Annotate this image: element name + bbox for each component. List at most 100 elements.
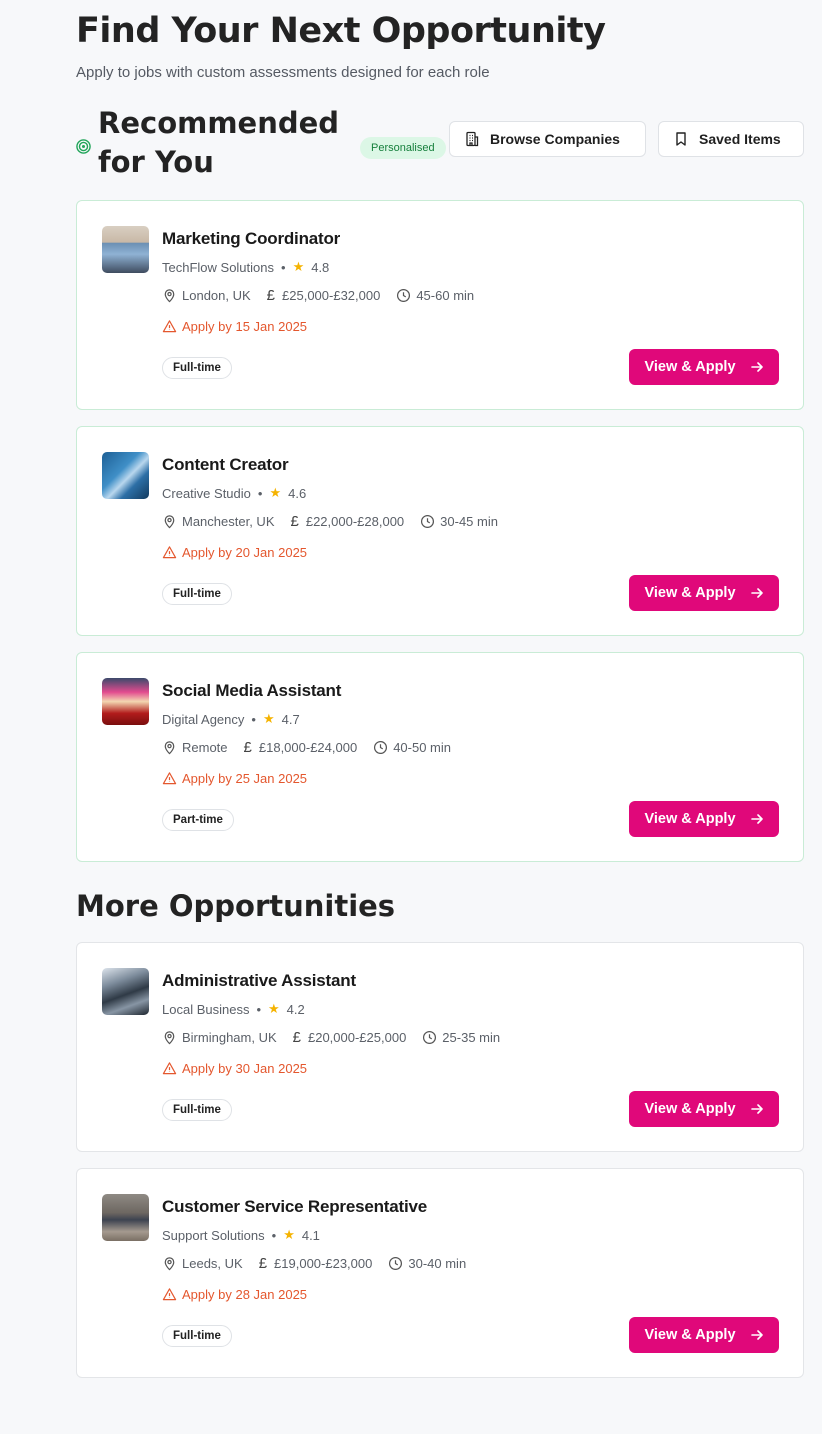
job-card[interactable]: Administrative Assistant Local Business … (76, 942, 804, 1152)
deadline-line: Apply by 20 Jan 2025 (162, 545, 307, 560)
recommended-title: Recommended for You (98, 106, 340, 179)
star-icon: ★ (283, 1227, 295, 1242)
job-location: Remote (182, 740, 228, 755)
apply-deadline: Apply by 25 Jan 2025 (182, 771, 308, 786)
target-icon (76, 139, 91, 154)
duration-item: 40-50 min (373, 740, 451, 755)
warning-icon (162, 546, 177, 559)
company-line: Creative Studio • ★ 4.6 (162, 485, 306, 501)
page-subtitle: Apply to jobs with custom assessments de… (76, 64, 490, 81)
company-name: Local Business (162, 1001, 250, 1017)
separator-dot: • (281, 259, 286, 275)
apply-deadline: Apply by 30 Jan 2025 (182, 1061, 308, 1076)
separator-dot: • (271, 1227, 277, 1243)
company-rating: 4.6 (288, 485, 307, 501)
job-title[interactable]: Social Media Assistant (162, 681, 341, 701)
company-line: Local Business • ★ 4.2 (162, 1001, 305, 1017)
company-thumbnail (102, 452, 149, 499)
browse-companies-button[interactable]: Browse Companies (449, 121, 646, 157)
job-location: Leeds, UK (182, 1256, 243, 1271)
company-line: TechFlow Solutions • ★ 4.8 (162, 259, 329, 275)
view-apply-label: View & Apply (644, 1101, 736, 1117)
deadline-line: Apply by 30 Jan 2025 (162, 1061, 307, 1076)
location-item: London, UK (162, 288, 251, 303)
location-item: Leeds, UK (162, 1256, 243, 1271)
apply-deadline: Apply by 20 Jan 2025 (182, 545, 308, 560)
job-location: London, UK (182, 288, 251, 303)
view-apply-button[interactable]: View & Apply (629, 1317, 779, 1353)
duration-item: 25-35 min (422, 1030, 500, 1045)
job-title[interactable]: Customer Service Representative (162, 1197, 427, 1217)
job-title[interactable]: Content Creator (162, 455, 289, 475)
deadline-line: Apply by 28 Jan 2025 (162, 1287, 307, 1302)
star-icon: ★ (269, 485, 282, 500)
company-rating: 4.8 (311, 259, 330, 275)
view-apply-button[interactable]: View & Apply (629, 1091, 779, 1127)
personalised-badge: Personalised (360, 137, 446, 159)
assessment-duration: 40-50 min (393, 740, 451, 755)
clock-icon (397, 288, 411, 303)
company-thumbnail (102, 678, 149, 725)
job-salary: £19,000-£23,000 (274, 1256, 373, 1271)
view-apply-button[interactable]: View & Apply (629, 349, 779, 385)
job-card[interactable]: Customer Service Representative Support … (76, 1168, 804, 1378)
deadline-line: Apply by 15 Jan 2025 (162, 319, 307, 334)
job-title[interactable]: Marketing Coordinator (162, 229, 340, 249)
warning-icon (162, 772, 177, 785)
clock-icon (374, 740, 388, 755)
job-card[interactable]: Marketing Coordinator TechFlow Solutions… (76, 200, 804, 410)
job-salary: £20,000-£25,000 (307, 1030, 407, 1045)
pound-icon: £ (258, 1255, 268, 1272)
company-rating: 4.7 (281, 711, 300, 727)
job-location: Birmingham, UK (182, 1030, 277, 1045)
view-apply-label: View & Apply (644, 359, 736, 375)
pound-icon: £ (290, 513, 299, 530)
duration-item: 30-45 min (420, 514, 498, 529)
company-name: Support Solutions (162, 1227, 265, 1243)
separator-dot: • (257, 485, 263, 501)
warning-icon (162, 320, 177, 333)
location-item: Birmingham, UK (162, 1030, 277, 1045)
job-card[interactable]: Content Creator Creative Studio • ★ 4.6 … (76, 426, 804, 636)
page-title: Find Your Next Opportunity (76, 11, 606, 51)
company-name: TechFlow Solutions (162, 259, 274, 275)
location-pin-icon (164, 741, 175, 755)
job-meta: London, UK £ £25,000-£32,000 45-60 min (162, 287, 490, 304)
saved-items-label: Saved Items (699, 131, 781, 147)
warning-icon (162, 1062, 177, 1075)
location-pin-icon (164, 515, 175, 529)
view-apply-button[interactable]: View & Apply (629, 801, 779, 837)
pound-icon: £ (292, 1029, 301, 1046)
bookmark-icon (676, 132, 686, 146)
separator-dot: • (251, 711, 256, 727)
company-line: Digital Agency • ★ 4.7 (162, 711, 300, 727)
salary-item: £ £20,000-£25,000 (293, 1029, 407, 1046)
employment-type-badge: Full-time (162, 1099, 232, 1121)
separator-dot: • (256, 1001, 262, 1017)
job-card[interactable]: Social Media Assistant Digital Agency • … (76, 652, 804, 862)
arrow-right-icon (750, 588, 763, 598)
more-job-list: Administrative Assistant Local Business … (76, 942, 804, 1378)
job-title[interactable]: Administrative Assistant (162, 971, 356, 991)
location-item: Remote (162, 740, 228, 755)
pound-icon: £ (243, 739, 252, 756)
saved-items-button[interactable]: Saved Items (658, 121, 804, 157)
clock-icon (389, 1256, 403, 1271)
arrow-right-icon (750, 1104, 763, 1114)
location-pin-icon (164, 289, 175, 303)
company-rating: 4.2 (286, 1001, 305, 1017)
company-name: Digital Agency (162, 711, 245, 727)
company-rating: 4.1 (301, 1227, 320, 1243)
view-apply-button[interactable]: View & Apply (629, 575, 779, 611)
company-thumbnail (102, 1194, 149, 1241)
page-container: Find Your Next Opportunity Apply to jobs… (76, 0, 804, 1394)
employment-type-badge: Part-time (162, 809, 234, 831)
deadline-line: Apply by 25 Jan 2025 (162, 771, 307, 786)
pound-icon: £ (266, 287, 276, 304)
salary-item: £ £25,000-£32,000 (267, 287, 381, 304)
job-salary: £18,000-£24,000 (258, 740, 358, 755)
company-thumbnail (102, 968, 149, 1015)
job-meta: Remote £ £18,000-£24,000 40-50 min (162, 739, 467, 756)
salary-item: £ £22,000-£28,000 (291, 513, 405, 530)
assessment-duration: 25-35 min (442, 1030, 501, 1045)
